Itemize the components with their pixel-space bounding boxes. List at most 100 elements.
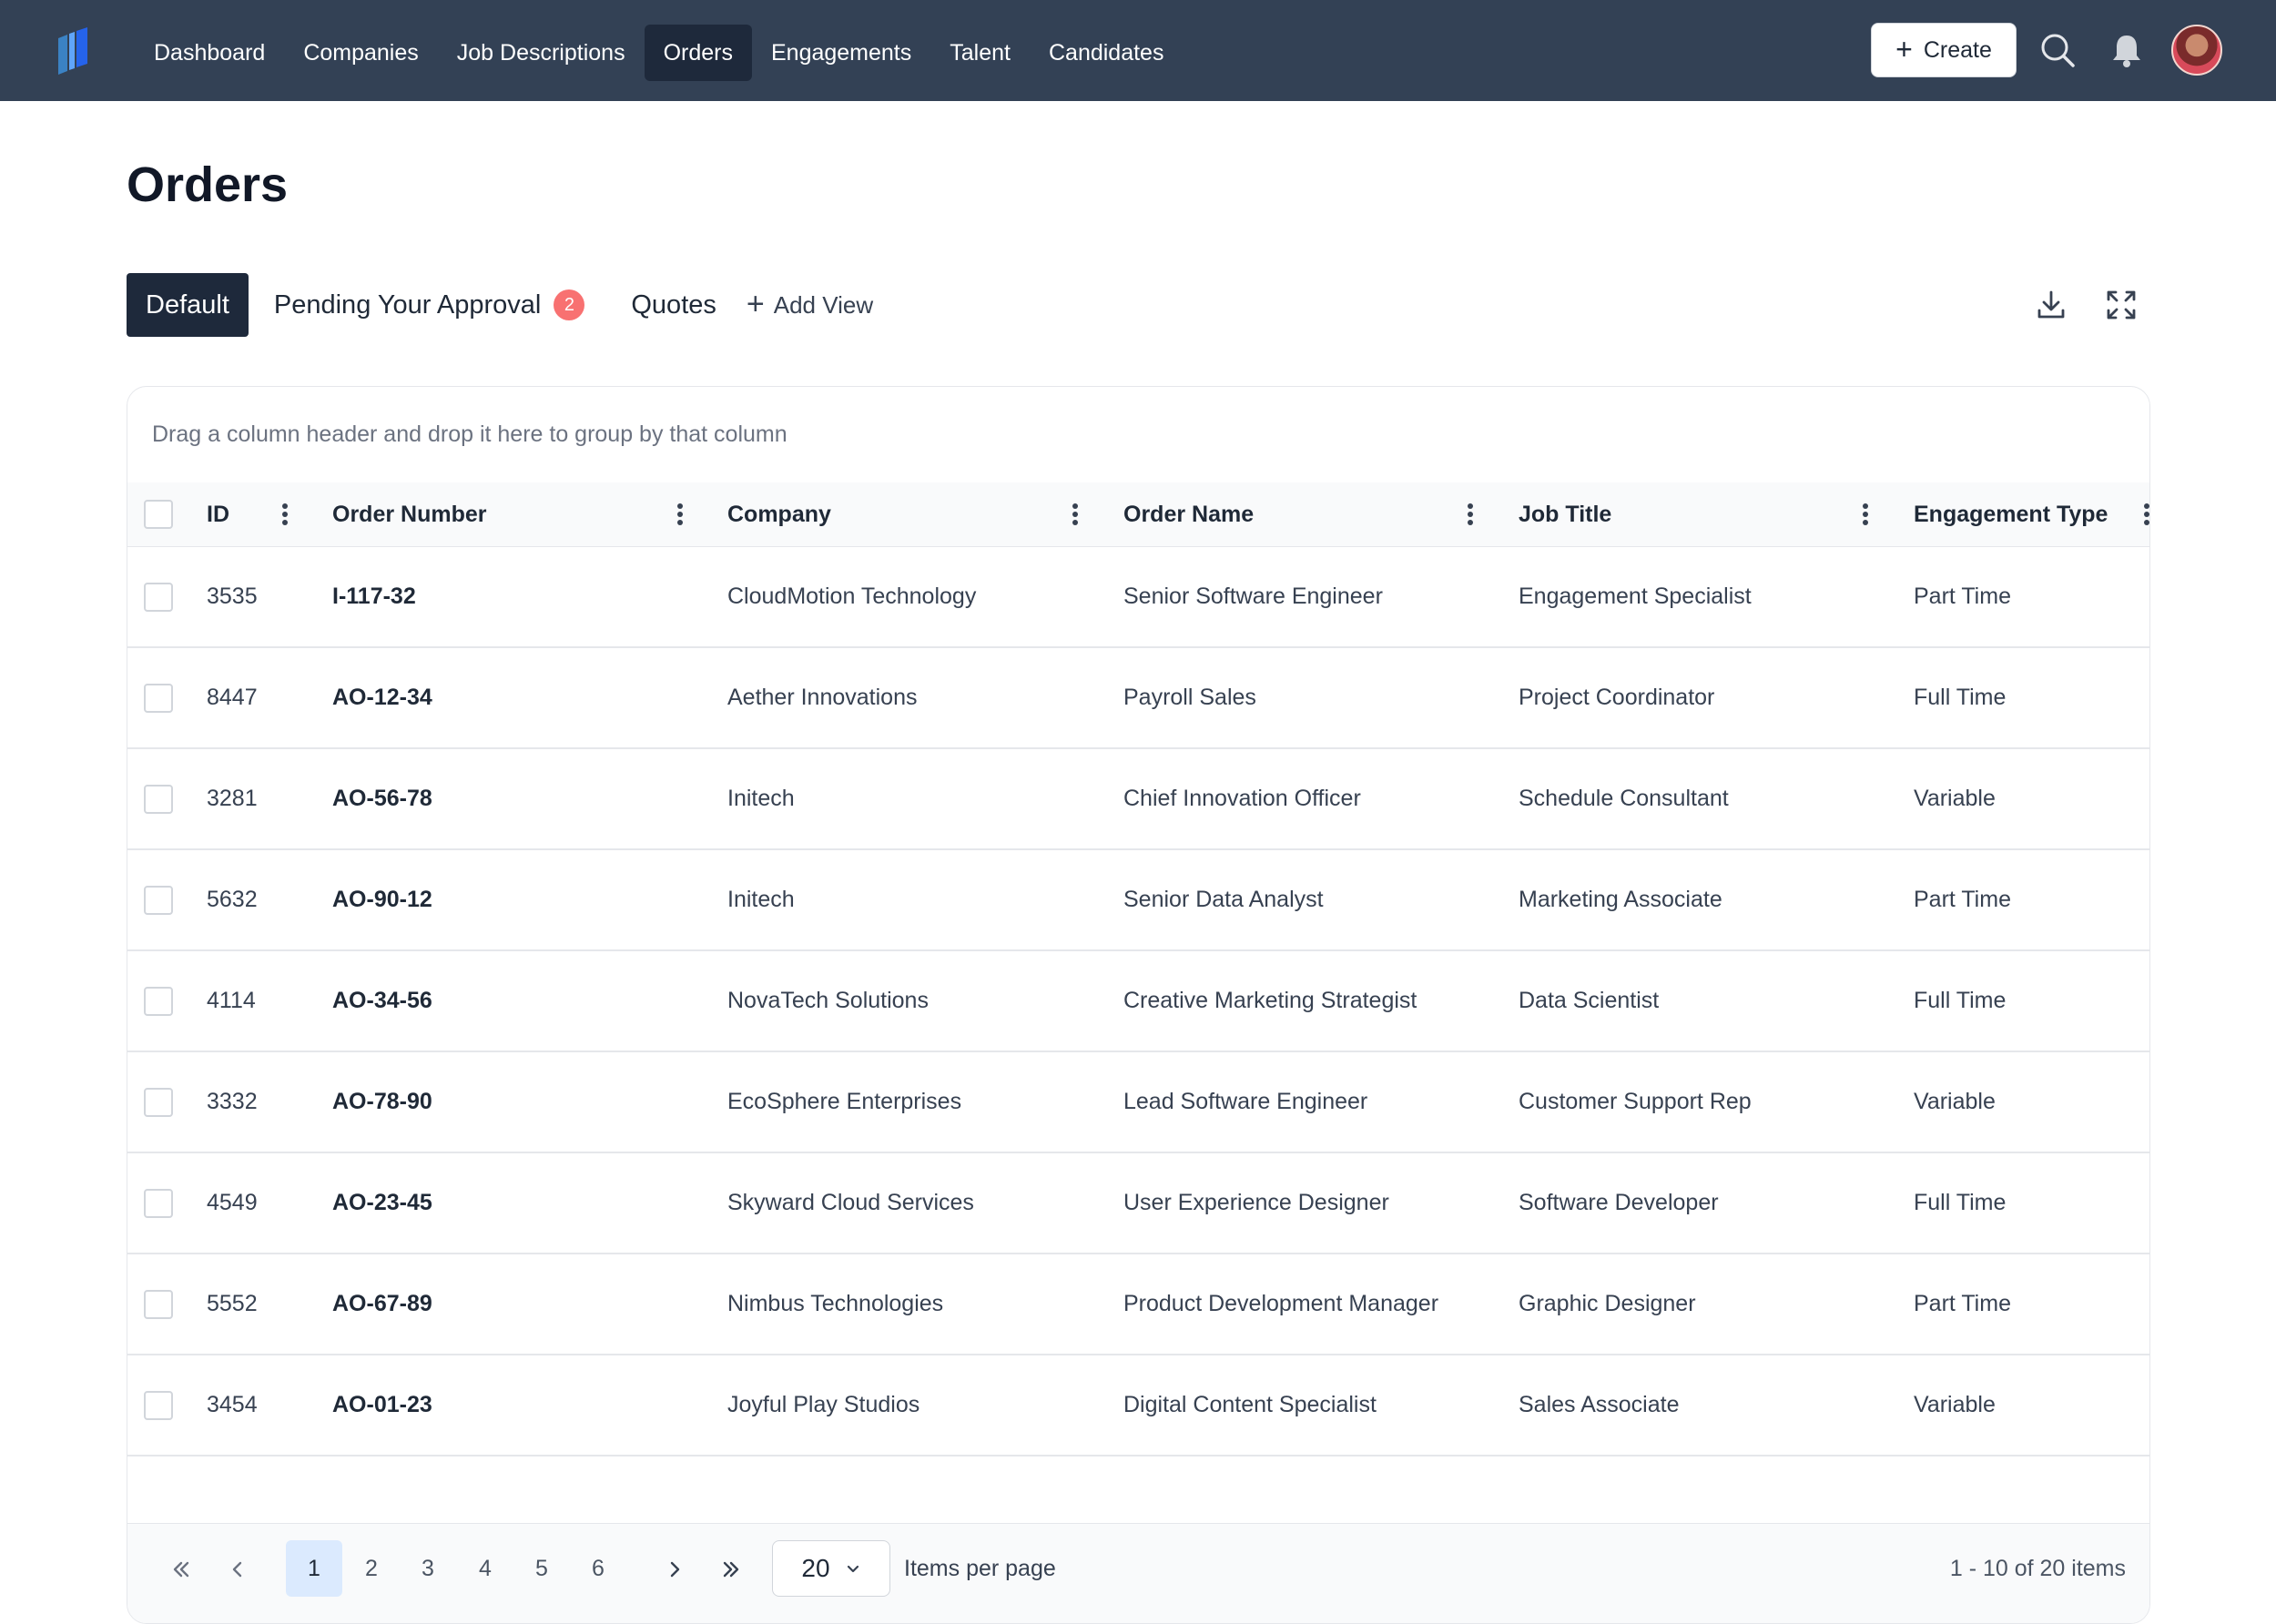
download-icon[interactable] <box>2034 288 2068 322</box>
view-tab-pending-approval[interactable]: Pending Your Approval 2 <box>255 273 604 337</box>
next-page-button[interactable] <box>646 1540 703 1597</box>
cell-order-number[interactable]: AO-12-34 <box>332 648 432 747</box>
cell-job-title: Customer Support Rep <box>1519 1089 1752 1114</box>
column-header-company[interactable]: Company <box>727 482 831 546</box>
page-size-select[interactable]: 20 <box>772 1540 890 1597</box>
cell-order-number[interactable]: AO-78-90 <box>332 1052 432 1152</box>
page-5-button[interactable]: 5 <box>513 1540 570 1597</box>
column-header-job-title[interactable]: Job Title <box>1519 482 1611 546</box>
row-checkbox[interactable] <box>144 1189 173 1218</box>
cell-order-number[interactable]: AO-90-12 <box>332 850 432 949</box>
cell-order-number[interactable]: AO-01-23 <box>332 1355 432 1455</box>
nav-companies[interactable]: Companies <box>284 25 437 81</box>
cell-order-number[interactable]: AO-45-67 <box>332 1457 432 1484</box>
view-tab-label: Pending Your Approval <box>273 290 542 320</box>
cell-job-title: Project Coordinator <box>1519 685 1715 710</box>
row-checkbox[interactable] <box>144 785 173 814</box>
cell-company: CloudMotion Technology <box>727 584 977 609</box>
view-tab-default[interactable]: Default <box>127 273 249 337</box>
cell-order-number[interactable]: I-117-32 <box>332 547 416 646</box>
nav-candidates[interactable]: Candidates <box>1030 25 1183 81</box>
table-row[interactable]: 4114 AO-34-56 NovaTech Solutions Creative M… <box>127 951 2149 1052</box>
page-6-button[interactable]: 6 <box>570 1540 626 1597</box>
table-row[interactable]: 4549 AO-23-45 Skyward Cloud Services User E… <box>127 1153 2149 1254</box>
chevron-right-icon <box>670 1562 680 1578</box>
prev-page-button[interactable] <box>209 1540 266 1597</box>
table-row[interactable]: 5632 AO-90-12 Initech Senior Data Analyst Ma… <box>127 850 2149 951</box>
column-header-order-number[interactable]: Order Number <box>332 482 486 546</box>
cell-engagement-type: Part Time <box>1914 887 2011 912</box>
create-button[interactable]: + Create <box>1871 23 2017 77</box>
row-checkbox[interactable] <box>144 886 173 915</box>
view-tabs: Default Pending Your Approval 2 Quotes +… <box>127 273 873 337</box>
column-menu-icon[interactable] <box>1467 502 1474 526</box>
search-icon[interactable] <box>2037 30 2078 70</box>
column-menu-icon[interactable] <box>281 502 289 526</box>
grid-header: ID Order Number Company Order Name Job T… <box>127 482 2150 547</box>
cell-engagement-type: Full Time <box>1914 685 2007 710</box>
page-2-button[interactable]: 2 <box>343 1540 400 1597</box>
cell-id: 3535 <box>207 584 258 609</box>
cell-id: 8447 <box>207 685 258 710</box>
bell-icon[interactable] <box>2107 30 2147 70</box>
column-menu-icon[interactable] <box>2143 502 2150 526</box>
nav-talent[interactable]: Talent <box>930 25 1030 81</box>
first-page-button[interactable] <box>153 1540 209 1597</box>
cell-engagement-type: Part Time <box>1914 1291 2011 1316</box>
cell-order-number[interactable]: AO-67-89 <box>332 1254 432 1354</box>
row-checkbox[interactable] <box>144 583 173 612</box>
column-header-id[interactable]: ID <box>207 482 229 546</box>
cell-engagement-type: Variable <box>1914 1392 1996 1417</box>
cell-order-number[interactable]: AO-34-56 <box>332 951 432 1051</box>
view-tab-label: Quotes <box>631 290 716 320</box>
row-checkbox[interactable] <box>144 1088 173 1117</box>
nav-orders[interactable]: Orders <box>644 25 752 81</box>
cell-job-title: Business Analyst <box>1519 1457 1691 1484</box>
row-checkbox[interactable] <box>144 1290 173 1319</box>
cell-company: Nimbus Technologies <box>727 1291 944 1316</box>
add-view-label: Add View <box>773 290 874 319</box>
column-header-engagement-type[interactable]: Engagement Type <box>1914 482 2108 546</box>
table-row[interactable]: 5552 AO-67-89 Nimbus Technologies Product D… <box>127 1254 2149 1355</box>
cell-order-number[interactable]: AO-23-45 <box>332 1153 432 1253</box>
cell-id: 5632 <box>207 887 258 912</box>
cell-job-title: Software Developer <box>1519 1190 1719 1215</box>
page-1-button[interactable]: 1 <box>286 1540 342 1597</box>
column-menu-icon[interactable] <box>1072 502 1079 526</box>
cell-engagement-type: Part Time <box>1914 584 2011 609</box>
table-row[interactable]: 3454 AO-01-23 Joyful Play Studios Digital C… <box>127 1355 2149 1457</box>
plus-icon: + <box>746 286 765 321</box>
table-row[interactable]: 4441 AO-45-67 Epic Quest Gaming Sales Opera… <box>127 1457 2149 1484</box>
cell-id: 5552 <box>207 1291 258 1316</box>
page-4-button[interactable]: 4 <box>457 1540 513 1597</box>
view-tab-quotes[interactable]: Quotes <box>612 273 736 337</box>
table-row[interactable]: 3281 AO-56-78 Initech Chief Innovation Offi… <box>127 749 2149 850</box>
pagination: 1 2 3 4 5 6 20 Items per page 1 - 10 of … <box>127 1523 2149 1623</box>
column-menu-icon[interactable] <box>676 502 684 526</box>
cell-id: 3454 <box>207 1392 258 1417</box>
select-all-checkbox[interactable] <box>144 500 173 529</box>
expand-icon[interactable] <box>2104 288 2139 322</box>
double-chevron-right-icon <box>723 1562 739 1578</box>
row-checkbox[interactable] <box>144 1391 173 1420</box>
nav-engagements[interactable]: Engagements <box>752 25 930 81</box>
group-by-drop-zone[interactable]: Drag a column header and drop it here to… <box>152 421 787 448</box>
page-3-button[interactable]: 3 <box>400 1540 456 1597</box>
user-avatar[interactable] <box>2171 25 2222 76</box>
table-row[interactable]: 8447 AO-12-34 Aether Innovations Payroll Sa… <box>127 648 2149 749</box>
row-checkbox[interactable] <box>144 684 173 713</box>
cell-order-number[interactable]: AO-56-78 <box>332 749 432 848</box>
add-view-button[interactable]: + Add View <box>746 286 874 321</box>
row-checkbox[interactable] <box>144 987 173 1016</box>
cell-engagement-type: Variable <box>1914 786 1996 811</box>
chevron-left-icon <box>232 1562 242 1578</box>
logo-icon[interactable] <box>55 25 91 76</box>
column-menu-icon[interactable] <box>1862 502 1869 526</box>
cell-job-title: Engagement Specialist <box>1519 584 1752 609</box>
nav-dashboard[interactable]: Dashboard <box>135 25 284 81</box>
table-row[interactable]: 3332 AO-78-90 EcoSphere Enterprises Lead So… <box>127 1052 2149 1153</box>
nav-job-descriptions[interactable]: Job Descriptions <box>438 25 645 81</box>
last-page-button[interactable] <box>703 1540 759 1597</box>
column-header-order-name[interactable]: Order Name <box>1123 482 1254 546</box>
table-row[interactable]: 3535 I-117-32 CloudMotion Technology Senior… <box>127 547 2149 648</box>
